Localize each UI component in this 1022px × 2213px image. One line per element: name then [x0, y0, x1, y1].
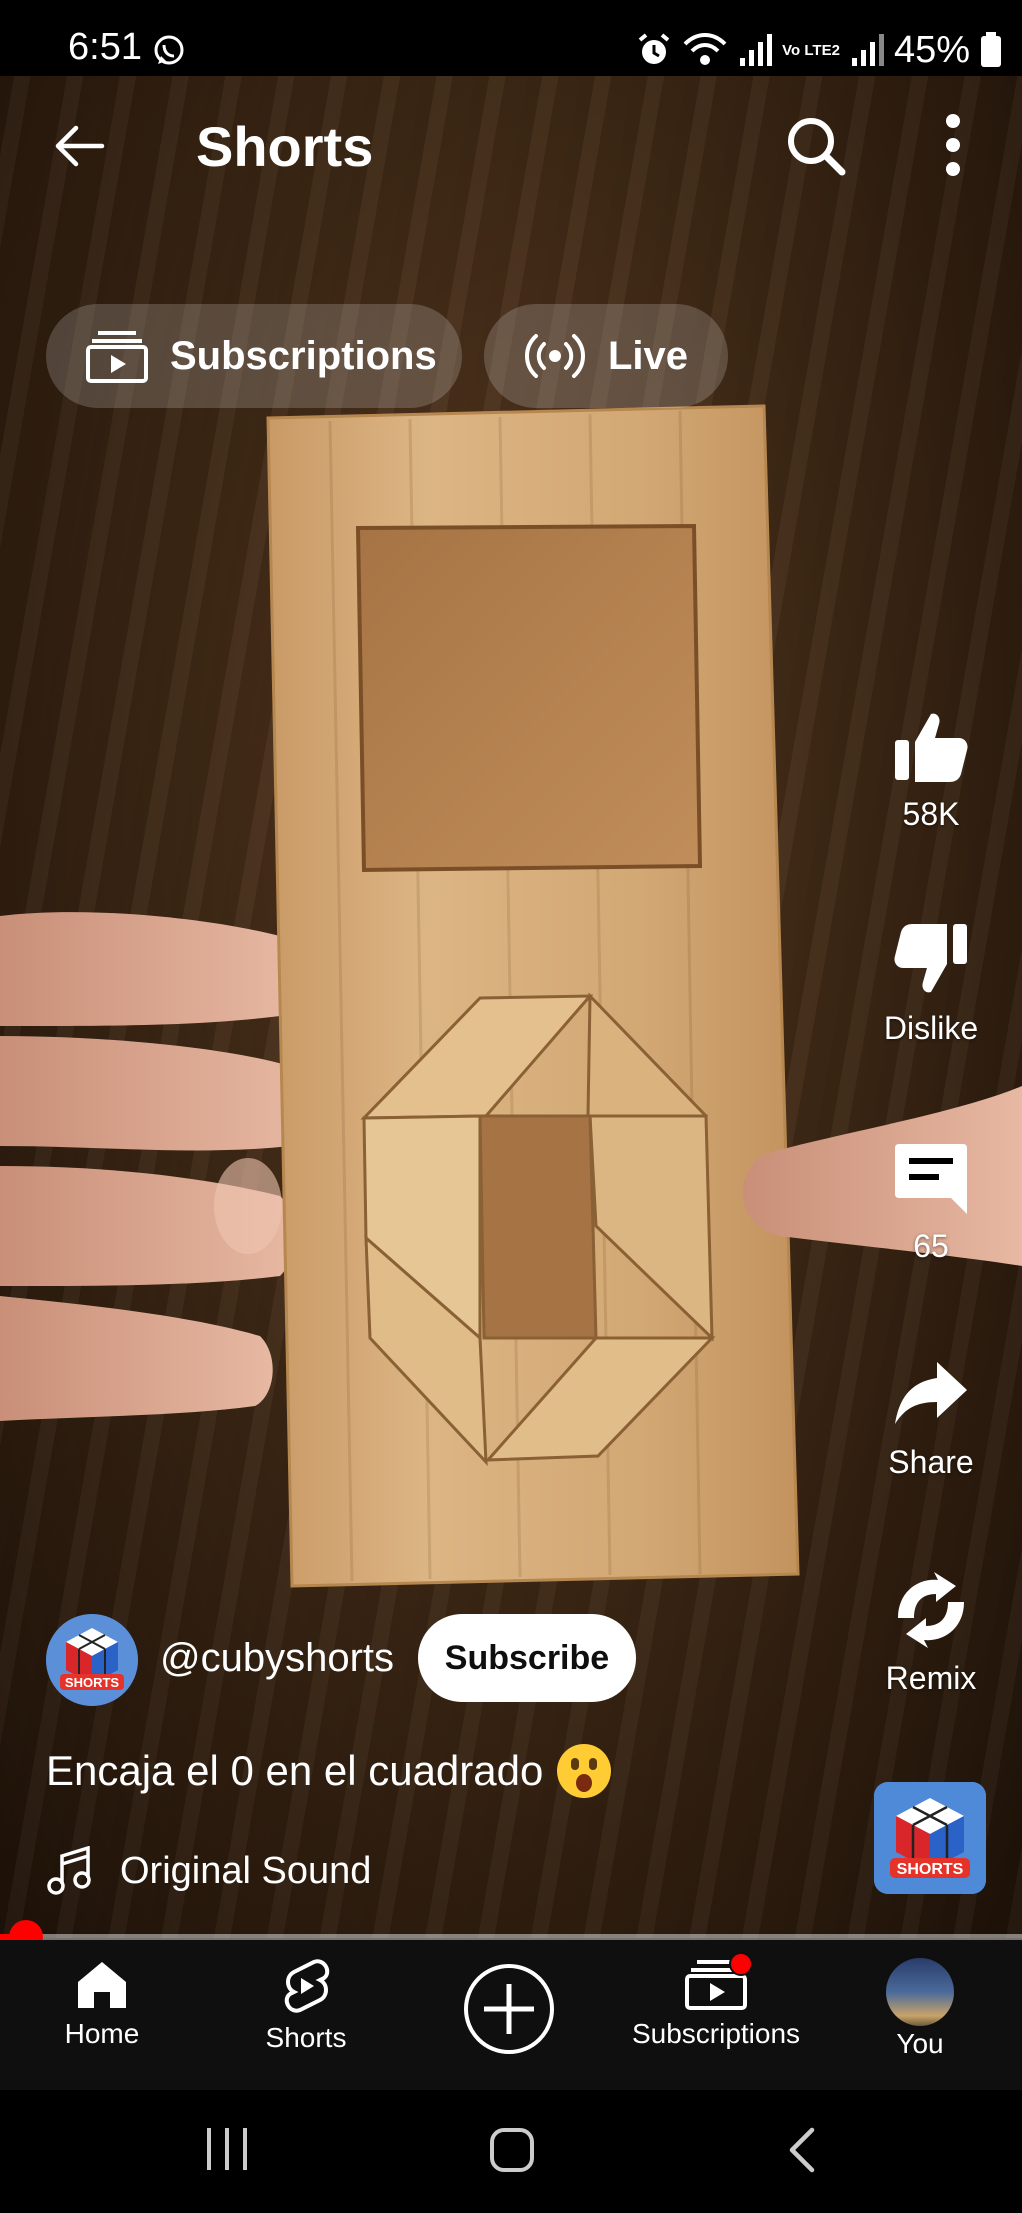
notification-dot [729, 1952, 753, 1976]
channel-avatar[interactable]: SHORTS [46, 1614, 138, 1706]
channel-handle[interactable]: @cubyshorts [160, 1636, 394, 1681]
surprised-face-emoji [557, 1744, 612, 1798]
wifi-icon [683, 33, 727, 65]
nav-shorts[interactable]: Shorts [206, 1958, 406, 2054]
nav-label: You [896, 2028, 944, 2059]
page-title: Shorts [196, 115, 374, 178]
alarm-icon [638, 33, 670, 64]
create-button[interactable] [464, 1964, 554, 2054]
back-arrow-icon[interactable] [50, 116, 110, 176]
nav-label: Home [64, 2018, 140, 2049]
remix-button[interactable]: Remix [856, 1572, 1006, 1697]
subscribe-button[interactable]: Subscribe [418, 1614, 636, 1702]
recents-icon[interactable] [204, 2126, 250, 2172]
top-app-bar: Shorts [0, 76, 1022, 216]
sound-label: Original Sound [120, 1849, 372, 1892]
nav-label: Shorts [265, 2022, 347, 2053]
signal-icon [740, 34, 773, 66]
sound-thumbnail[interactable]: SHORTS [874, 1782, 986, 1894]
avatar-text: SHORTS [65, 1675, 120, 1690]
video-title-text: Encaja el 0 en el cuadrado [46, 1747, 544, 1794]
subscriptions-icon [86, 331, 148, 383]
add-icon [484, 1984, 534, 2034]
home-icon [78, 1962, 126, 2008]
avatar [886, 1958, 954, 2026]
nav-label: Subscriptions [631, 2018, 801, 2049]
share-label: Share [888, 1444, 974, 1480]
nav-home[interactable]: Home [2, 1958, 202, 2050]
shorts-icon [284, 1959, 330, 2013]
battery-percent: 45% [893, 28, 970, 71]
cube-logo: SHORTS [874, 1782, 986, 1894]
video-title: Encaja el 0 en el cuadrado [46, 1744, 612, 1798]
dislike-button[interactable]: Dislike [856, 922, 1006, 1047]
music-note-icon [47, 1846, 91, 1895]
like-count: 58K [902, 796, 960, 832]
status-icons: Vo LTE2 45% [636, 28, 1002, 72]
search-icon[interactable] [784, 114, 848, 178]
share-icon [895, 1362, 967, 1424]
remix-icon [898, 1572, 964, 1648]
whatsapp-icon [154, 35, 184, 65]
cube-logo: SHORTS [46, 1614, 138, 1706]
status-time: 6:51 [68, 26, 142, 68]
remix-label: Remix [885, 1660, 977, 1696]
thumbs-down-icon [894, 924, 967, 993]
sound-row[interactable]: Original Sound [46, 1846, 371, 1896]
live-icon [525, 334, 585, 378]
chip-subscriptions[interactable]: Subscriptions [46, 304, 462, 408]
chip-label: Live [608, 333, 689, 378]
nav-you[interactable]: You [820, 1958, 1020, 2060]
back-nav-icon[interactable] [784, 2126, 818, 2174]
chip-label: Subscriptions [170, 333, 437, 378]
share-button[interactable]: Share [856, 1356, 1006, 1481]
comment-icon [895, 1144, 967, 1214]
signal-icon-2 [851, 34, 884, 66]
battery-icon [981, 32, 1001, 67]
like-button[interactable]: 58K [856, 708, 1006, 833]
thumb-text: SHORTS [897, 1861, 964, 1878]
chip-live[interactable]: Live [484, 304, 728, 408]
screen: 6:51 Vo LTE2 45% Shorts Subscriptions Li… [0, 0, 1022, 2213]
comment-count: 65 [913, 1228, 949, 1264]
system-navigation-bar [0, 2090, 1022, 2213]
dislike-label: Dislike [883, 1010, 979, 1046]
more-vert-icon[interactable] [930, 112, 976, 178]
comments-button[interactable]: 65 [856, 1140, 1006, 1265]
square-pocket [355, 523, 703, 873]
home-button-icon[interactable] [488, 2126, 536, 2174]
volte-label: Vo LTE2 [782, 41, 840, 59]
thumbs-up-icon [895, 713, 968, 782]
bottom-navigation: Home Shorts Subscriptions You [0, 1940, 1022, 2090]
nav-subscriptions[interactable]: Subscriptions [616, 1952, 816, 2050]
status-bar: 6:51 Vo LTE2 45% [0, 0, 1022, 76]
